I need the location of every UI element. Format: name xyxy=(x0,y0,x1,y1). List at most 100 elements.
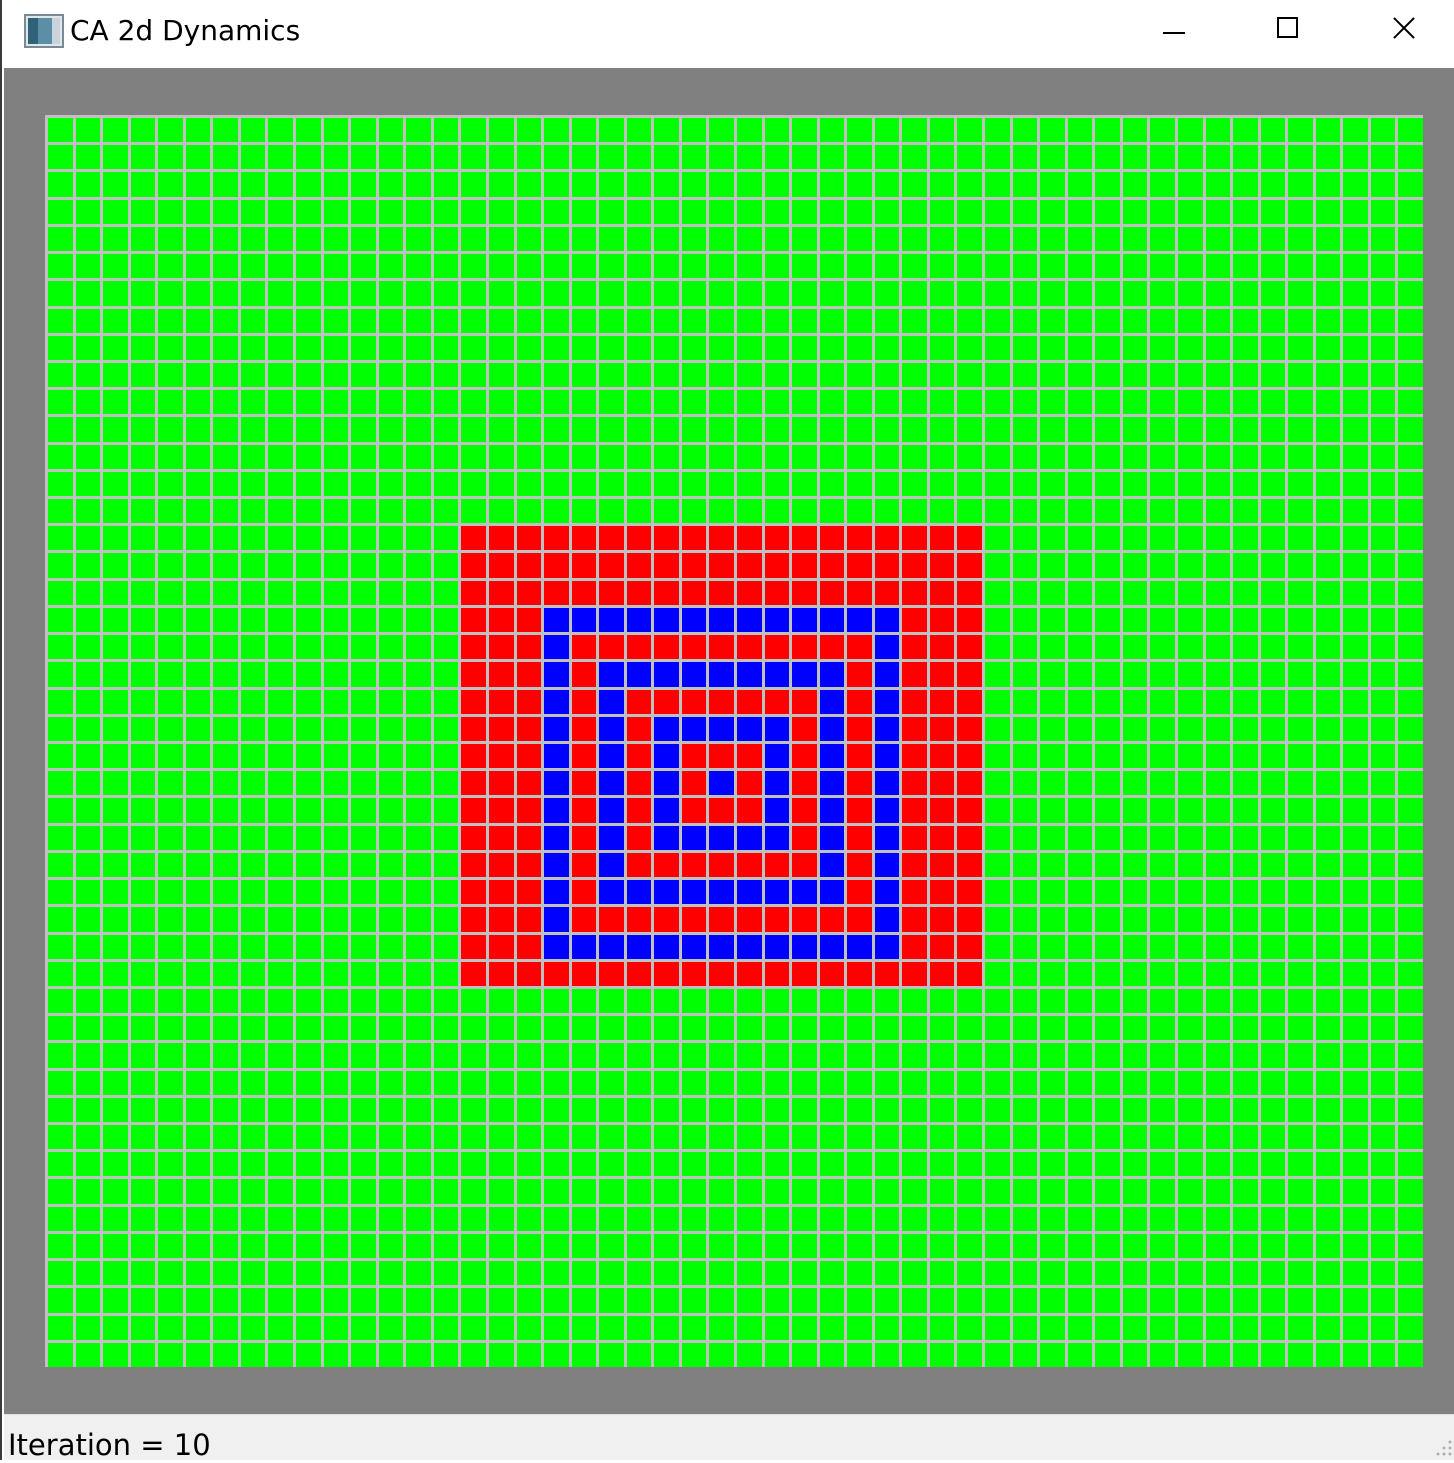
cell-green[interactable] xyxy=(957,390,982,414)
cell-green[interactable] xyxy=(1233,1288,1258,1313)
cell-green[interactable] xyxy=(654,1043,679,1068)
cell-green[interactable] xyxy=(379,1261,403,1285)
cell-green[interactable] xyxy=(902,1043,927,1068)
cell-green[interactable] xyxy=(489,1316,514,1340)
cell-green[interactable] xyxy=(241,1343,265,1367)
cell-green[interactable] xyxy=(324,254,348,278)
cell-green[interactable] xyxy=(1343,390,1368,414)
cell-green[interactable] xyxy=(213,445,238,469)
cell-green[interactable] xyxy=(1233,798,1258,823)
cell-green[interactable] xyxy=(1150,281,1175,306)
cell-green[interactable] xyxy=(599,445,624,469)
cell-green[interactable] xyxy=(572,1016,596,1040)
cell-green[interactable] xyxy=(627,1125,651,1149)
cell-green[interactable] xyxy=(1288,417,1313,442)
cell-green[interactable] xyxy=(957,417,982,442)
cell-green[interactable] xyxy=(186,989,210,1013)
cell-green[interactable] xyxy=(1123,200,1147,224)
cell-green[interactable] xyxy=(268,690,293,714)
cell-green[interactable] xyxy=(1150,826,1175,850)
cell-green[interactable] xyxy=(1123,935,1147,959)
cell-green[interactable] xyxy=(296,853,321,877)
cell-green[interactable] xyxy=(1040,227,1065,251)
cell-green[interactable] xyxy=(1371,390,1395,414)
cell-green[interactable] xyxy=(1068,935,1092,959)
cell-green[interactable] xyxy=(351,662,376,687)
cell-green[interactable] xyxy=(76,227,100,251)
cell-green[interactable] xyxy=(1040,254,1065,278)
cell-red[interactable] xyxy=(765,526,789,550)
cell-green[interactable] xyxy=(875,1125,899,1149)
cell-green[interactable] xyxy=(103,472,128,496)
cell-green[interactable] xyxy=(985,1343,1010,1367)
cell-red[interactable] xyxy=(654,853,679,877)
cell-green[interactable] xyxy=(1123,744,1147,768)
cell-red[interactable] xyxy=(820,581,844,605)
cell-green[interactable] xyxy=(599,145,624,169)
cell-green[interactable] xyxy=(1123,690,1147,714)
cell-green[interactable] xyxy=(296,1043,321,1068)
cell-green[interactable] xyxy=(103,989,128,1013)
cell-green[interactable] xyxy=(461,1261,486,1285)
cell-red[interactable] xyxy=(792,771,817,795)
cell-green[interactable] xyxy=(1068,309,1092,333)
cell-green[interactable] xyxy=(1095,635,1120,659)
cell-green[interactable] xyxy=(186,1343,210,1367)
cell-green[interactable] xyxy=(517,118,541,142)
cell-green[interactable] xyxy=(213,254,238,278)
cell-green[interactable] xyxy=(1150,635,1175,659)
cell-green[interactable] xyxy=(1371,1261,1395,1285)
cell-green[interactable] xyxy=(792,145,817,169)
cell-green[interactable] xyxy=(820,363,844,387)
cell-green[interactable] xyxy=(241,935,265,959)
cell-green[interactable] xyxy=(709,227,734,251)
cell-green[interactable] xyxy=(1316,935,1340,959)
cell-green[interactable] xyxy=(985,880,1010,904)
cell-green[interactable] xyxy=(1123,1207,1147,1231)
cell-green[interactable] xyxy=(847,118,872,142)
cell-green[interactable] xyxy=(241,1071,265,1095)
cell-green[interactable] xyxy=(1316,1343,1340,1367)
cell-red[interactable] xyxy=(489,853,514,877)
cellular-automaton-grid[interactable] xyxy=(45,115,1423,1367)
cell-red[interactable] xyxy=(599,907,624,932)
cell-green[interactable] xyxy=(131,880,155,904)
cell-green[interactable] xyxy=(792,1288,817,1313)
cell-green[interactable] xyxy=(48,499,73,523)
cell-red[interactable] xyxy=(461,826,486,850)
cell-green[interactable] xyxy=(875,472,899,496)
cell-green[interactable] xyxy=(48,363,73,387)
cell-green[interactable] xyxy=(1150,798,1175,823)
cell-green[interactable] xyxy=(76,880,100,904)
cell-green[interactable] xyxy=(296,1288,321,1313)
cell-green[interactable] xyxy=(682,309,706,333)
cell-green[interactable] xyxy=(324,1343,348,1367)
cell-green[interactable] xyxy=(737,1207,762,1231)
cell-green[interactable] xyxy=(186,581,210,605)
cell-green[interactable] xyxy=(654,1179,679,1204)
cell-red[interactable] xyxy=(765,907,789,932)
cell-green[interactable] xyxy=(103,390,128,414)
cell-green[interactable] xyxy=(1316,690,1340,714)
cell-green[interactable] xyxy=(1316,227,1340,251)
cell-green[interactable] xyxy=(48,880,73,904)
cell-green[interactable] xyxy=(1371,1179,1395,1204)
cell-green[interactable] xyxy=(296,118,321,142)
cell-green[interactable] xyxy=(517,1043,541,1068)
cell-green[interactable] xyxy=(461,472,486,496)
cell-red[interactable] xyxy=(654,690,679,714)
cell-green[interactable] xyxy=(1206,1125,1230,1149)
cell-green[interactable] xyxy=(985,608,1010,632)
cell-green[interactable] xyxy=(379,935,403,959)
cell-green[interactable] xyxy=(379,1152,403,1176)
cell-green[interactable] xyxy=(627,989,651,1013)
cell-green[interactable] xyxy=(1178,1179,1203,1204)
cell-green[interactable] xyxy=(1261,1125,1285,1149)
cell-red[interactable] xyxy=(957,853,982,877)
cell-green[interactable] xyxy=(434,1179,458,1204)
cell-green[interactable] xyxy=(1343,662,1368,687)
cell-green[interactable] xyxy=(517,472,541,496)
cell-green[interactable] xyxy=(296,989,321,1013)
cell-green[interactable] xyxy=(517,145,541,169)
cell-red[interactable] xyxy=(572,826,596,850)
